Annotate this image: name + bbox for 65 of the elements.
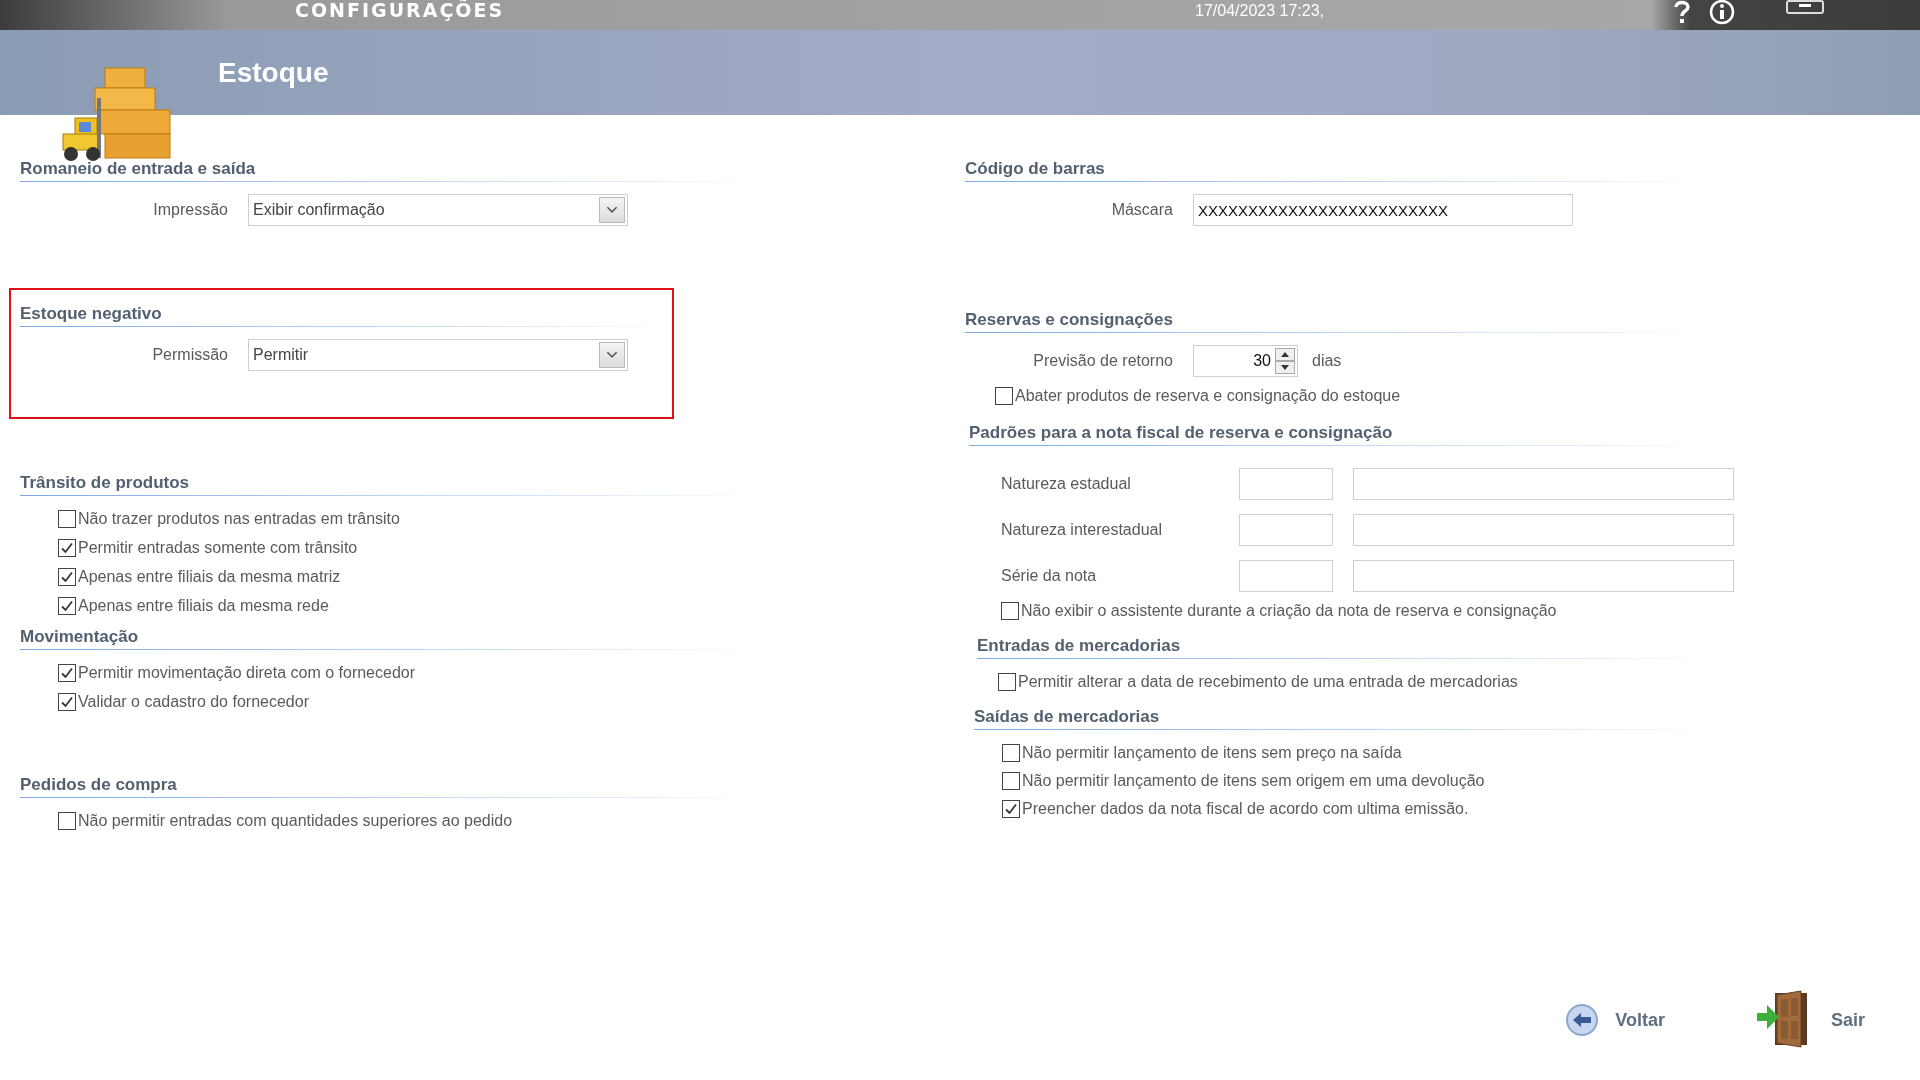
checkbox-option[interactable]: Não exibir o assistente durante a criação da nota de reserva e consignação [1001, 602, 1918, 620]
number-field[interactable]: 30 [1193, 345, 1298, 377]
checkbox-option[interactable]: Apenas entre filiais da mesma matriz [58, 568, 963, 586]
field-label: Previsão de retorno [1032, 352, 1173, 370]
help-icon[interactable] [1673, 0, 1691, 26]
checkbox-option[interactable]: Validar o cadastro do fornecedor [58, 693, 963, 711]
field-label: Natureza estadual [1001, 475, 1132, 493]
checkbox[interactable] [58, 664, 76, 682]
checkbox[interactable] [998, 673, 1016, 691]
info-icon[interactable] [1708, 0, 1736, 26]
input-field[interactable] [1239, 560, 1333, 592]
checkbox-option[interactable]: Permitir alterar a data de recebimento de uma entrada de mercadorias [998, 673, 1918, 691]
section-heading: Reservas e consignações [965, 310, 1173, 331]
input-field[interactable]: XXXXXXXXXXXXXXXXXXXXXXXXX [1193, 194, 1573, 226]
unit-label: dias [1312, 352, 1342, 370]
section-heading: Entradas de mercadorias [977, 636, 1181, 657]
checkbox[interactable] [1002, 800, 1020, 818]
field-label: Natureza interestadual [1001, 521, 1163, 539]
field-label: Permissão [151, 346, 228, 364]
section-heading: Saídas de mercadorias [974, 707, 1160, 728]
field-label: Máscara [1110, 201, 1173, 219]
minimize-icon[interactable] [1785, 0, 1825, 16]
app-title: CONFIGURAÇÕES [295, 0, 505, 20]
checkbox-option[interactable]: Não permitir entradas com quantidades superiores ao pedido [58, 812, 963, 830]
checkbox-option[interactable]: Permitir movimentação direta com o fornecedor [58, 664, 963, 682]
caret-icon [599, 342, 625, 368]
checkbox[interactable] [995, 387, 1013, 405]
checkbox[interactable] [58, 812, 76, 830]
checkbox-option[interactable]: Não permitir lançamento de itens sem origem em uma devolução [1002, 772, 1918, 790]
section-heading: Padrões para a nota fiscal de reserva e consignação [969, 423, 1393, 444]
dropdown[interactable]: Permitir [248, 339, 628, 371]
checkbox[interactable] [58, 693, 76, 711]
checkbox[interactable] [1001, 602, 1019, 620]
checkbox-option[interactable]: Permitir entradas somente com trânsito [58, 539, 963, 557]
section-heading: Estoque negativo [20, 304, 162, 325]
section-heading: Movimentação [20, 627, 139, 648]
dropdown[interactable]: Exibir confirmação [248, 194, 628, 226]
checkbox-option[interactable]: Não permitir lançamento de itens sem preço na saída [1002, 744, 1918, 762]
checkbox[interactable] [1002, 772, 1020, 790]
checkbox-option[interactable]: Apenas entre filiais da mesma rede [58, 597, 963, 615]
checkbox-option[interactable]: Abater produtos de reserva e consignação do estoque [995, 387, 1918, 405]
section-heading: Código de barras [965, 159, 1105, 180]
checkbox[interactable] [58, 510, 76, 528]
input-field[interactable] [1353, 560, 1734, 592]
checkbox-option[interactable]: Não trazer produtos nas entradas em trânsito [58, 510, 963, 528]
input-field[interactable] [1239, 468, 1333, 500]
checkbox[interactable] [58, 568, 76, 586]
input-field[interactable] [1353, 468, 1734, 500]
field-label: Série da nota [1001, 567, 1098, 585]
section-heading: Romaneio de entrada e saída [20, 159, 256, 180]
section-heading: Trânsito de produtos [20, 473, 190, 494]
caret-icon [599, 197, 625, 223]
date-time: 17/04/2023 17:23, [1195, 2, 1324, 20]
back-button[interactable]: Voltar [1565, 1003, 1665, 1037]
checkbox-option[interactable]: Preencher dados da nota fiscal de acordo com ultima emissão. [1002, 800, 1918, 818]
section-heading: Pedidos de compra [20, 775, 177, 796]
checkbox[interactable] [58, 539, 76, 557]
checkbox[interactable] [58, 597, 76, 615]
spinner-arrows-icon[interactable] [1275, 348, 1295, 374]
exit-button[interactable]: Sair [1754, 989, 1865, 1051]
checkbox[interactable] [1002, 744, 1020, 762]
page-title: Estoque [218, 56, 329, 89]
field-label: Impressão [152, 201, 228, 219]
input-field[interactable] [1239, 514, 1333, 546]
input-field[interactable] [1353, 514, 1734, 546]
